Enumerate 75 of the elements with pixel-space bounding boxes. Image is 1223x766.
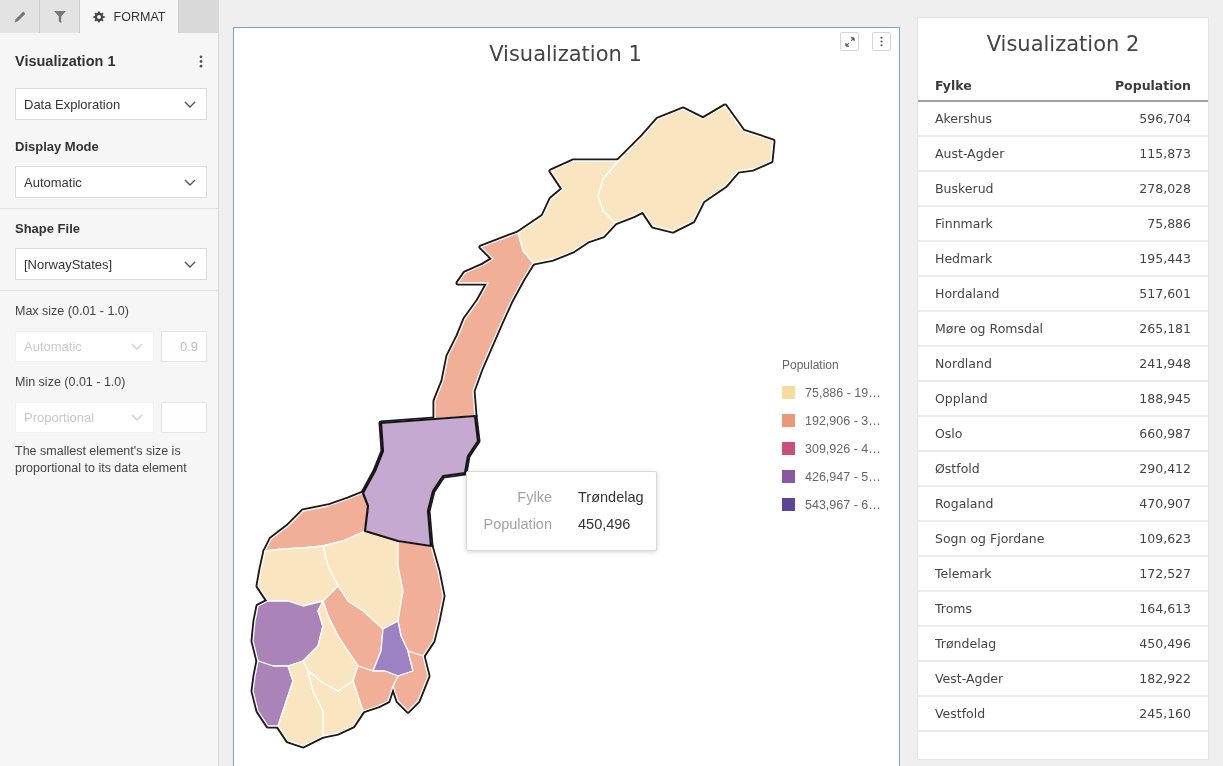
- field-label: Display Mode: [15, 138, 100, 156]
- table-cell: 172,527: [1139, 566, 1191, 581]
- format-tab[interactable]: FORMAT: [80, 0, 179, 33]
- table-cell: 195,443: [1139, 251, 1191, 266]
- filter-tab[interactable]: [40, 0, 80, 33]
- table-cell: Oppland: [935, 391, 988, 406]
- expand-button[interactable]: [840, 32, 859, 51]
- table-cell: 182,922: [1139, 671, 1191, 686]
- table-cell: Møre og Romsdal: [935, 321, 1044, 336]
- dropdown[interactable]: Automatic: [15, 166, 207, 198]
- column-header[interactable]: Population: [1114, 77, 1191, 93]
- table-cell: Østfold: [935, 461, 980, 476]
- table-cell: 470,907: [1139, 496, 1191, 511]
- table-cell: Aust-Agder: [935, 146, 1005, 161]
- table-cell: Akershus: [935, 111, 993, 126]
- table-cell: 115,873: [1139, 146, 1191, 161]
- legend-label: 309,926 - 4…: [805, 441, 881, 456]
- table-cell: 188,945: [1139, 391, 1191, 406]
- table-cell: 241,948: [1139, 356, 1191, 371]
- table-cell: Oslo: [935, 426, 963, 441]
- table-cell: Finnmark: [935, 216, 993, 231]
- table-cell: 164,613: [1139, 601, 1191, 616]
- legend-title: Population: [782, 356, 840, 373]
- field-label: Min size (0.01 - 1.0): [15, 374, 127, 391]
- table-cell: 278,028: [1139, 181, 1191, 196]
- gear-icon: [92, 10, 105, 23]
- table-cell: 109,623: [1139, 531, 1191, 546]
- filter-icon: [53, 10, 66, 23]
- visualization-title: Visualization 2: [985, 31, 1141, 58]
- table-cell: Sogn og Fjordane: [935, 531, 1045, 546]
- chevron-icon: [184, 178, 196, 186]
- table-cell: Telemark: [935, 566, 992, 581]
- table-cell: 265,181: [1139, 321, 1191, 336]
- table-cell: Buskerud: [935, 181, 994, 196]
- table-cell: 596,704: [1139, 111, 1191, 126]
- dropdown[interactable]: [NorwayStates]: [15, 248, 207, 280]
- table-cell: Trøndelag: [935, 636, 997, 651]
- table-cell: 660,987: [1139, 426, 1191, 441]
- visualization-title: Visualization 1: [489, 41, 642, 68]
- table-cell: Vestfold: [935, 706, 986, 721]
- table-cell: Vest-Agder: [935, 671, 1004, 686]
- chevron-icon: [131, 343, 143, 350]
- table-cell: 517,601: [1139, 286, 1191, 301]
- table-cell: Troms: [935, 601, 972, 616]
- table-cell: Rogaland: [935, 496, 994, 511]
- tooltip-value: 450,496: [578, 515, 632, 534]
- table-cell: Nordland: [935, 356, 992, 371]
- pencil-icon: [13, 10, 26, 23]
- legend-label: 75,886 - 19…: [805, 385, 881, 400]
- table-cell: 75,886: [1147, 216, 1191, 231]
- chevron-icon: [184, 260, 196, 268]
- tooltip-label: Population: [482, 515, 552, 534]
- chevron-icon: [184, 100, 196, 108]
- table-cell: 245,160: [1139, 706, 1191, 721]
- column-header[interactable]: Fylke: [935, 77, 972, 93]
- pencil-tab[interactable]: [0, 0, 40, 33]
- tooltip-value: Trøndelag: [578, 488, 645, 507]
- tooltip-label: Fylke: [516, 488, 552, 507]
- field-label: Shape File: [15, 220, 82, 238]
- panel-title: Visualization 1: [15, 53, 116, 69]
- legend-label: 426,947 - 5…: [805, 469, 881, 484]
- field-label: Max size (0.01 - 1.0): [15, 303, 130, 320]
- dropdown[interactable]: Data Exploration: [15, 88, 207, 120]
- table-cell: Hordaland: [935, 286, 1000, 301]
- chevron-icon: [131, 414, 143, 421]
- table-cell: Hedmark: [935, 251, 993, 266]
- expand-icon: [844, 36, 855, 47]
- table-cell: 450,496: [1139, 636, 1191, 651]
- more-options-icon: [880, 36, 883, 47]
- legend-label: 192,906 - 3…: [805, 413, 881, 428]
- table-card[interactable]: [917, 17, 1209, 760]
- help-text: The smallest element's size is proportional to its data element: [15, 443, 188, 477]
- table-cell: 290,412: [1139, 461, 1191, 476]
- more-options-icon[interactable]: [199, 54, 203, 68]
- more-options-button[interactable]: [872, 32, 891, 51]
